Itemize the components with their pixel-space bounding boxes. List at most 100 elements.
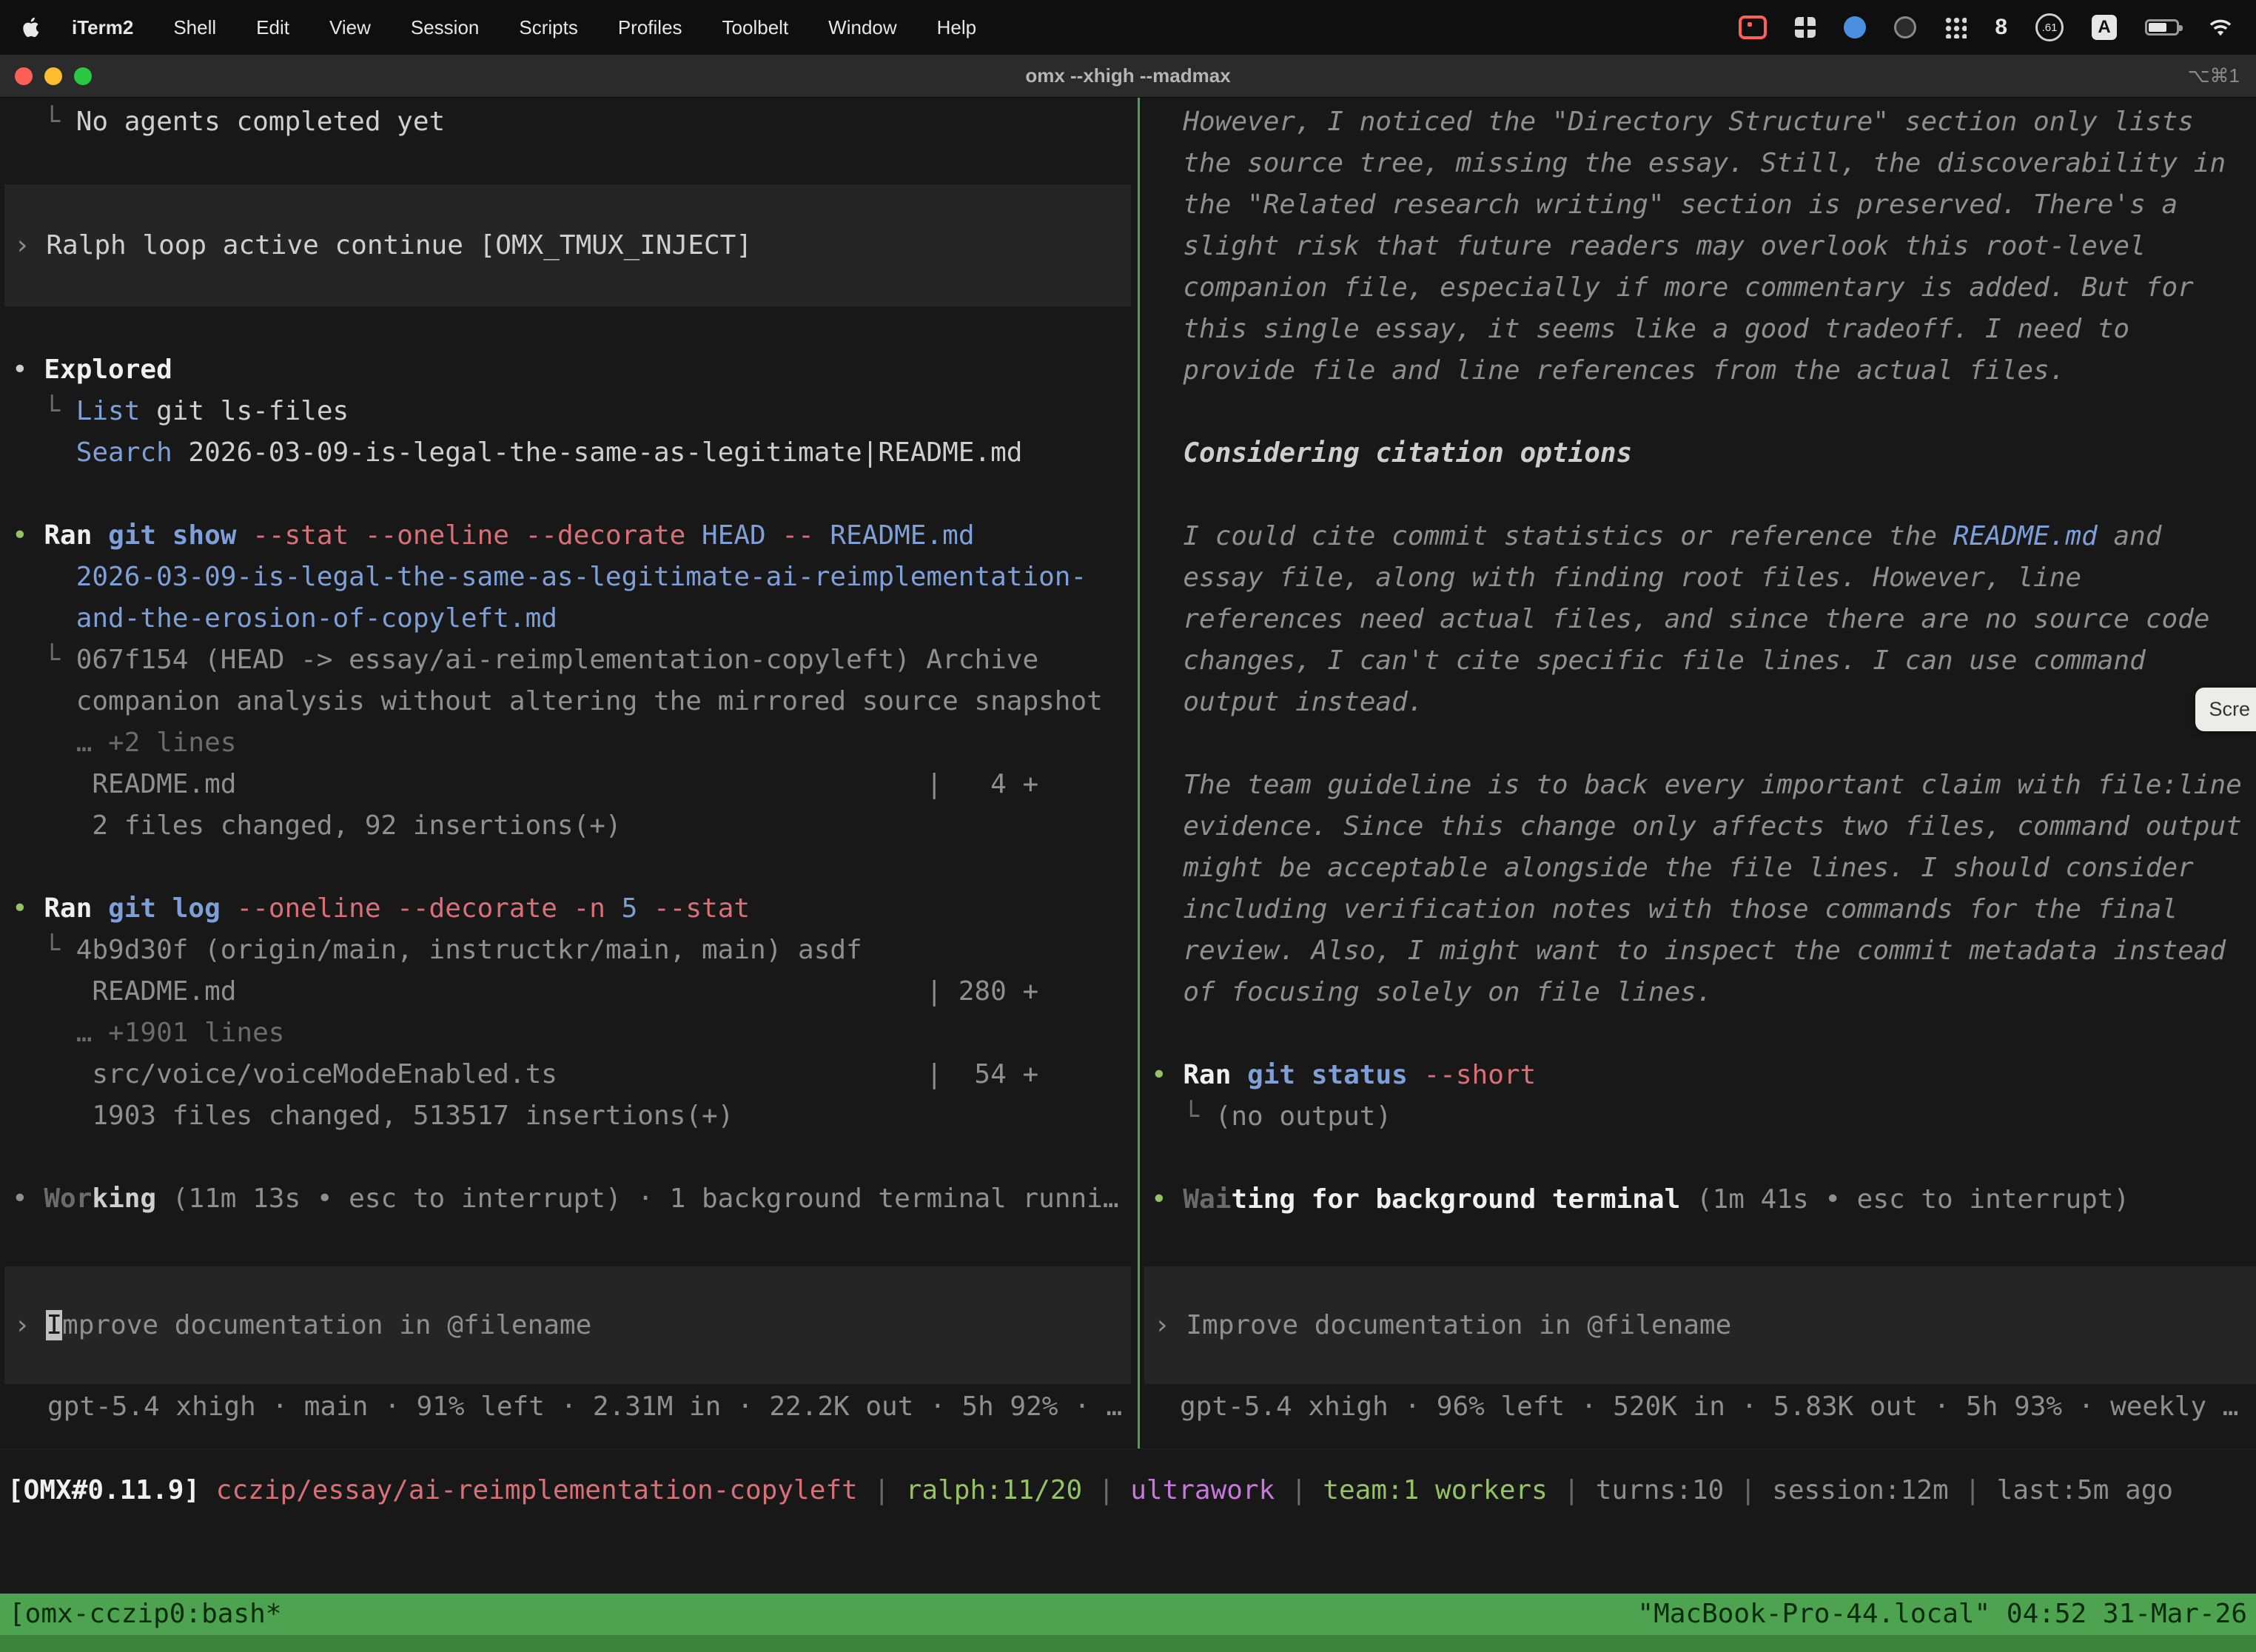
terminal-line: [OMX#0.11.9] cczip/essay/ai-reimplementa… xyxy=(7,1470,2173,1511)
wifi-icon[interactable] xyxy=(2207,17,2234,38)
pane-bottom-edge xyxy=(0,1448,2256,1449)
terminal-line: evidence. Since this change only affects… xyxy=(1151,806,2242,847)
terminal-text-segment: Ran xyxy=(44,520,108,551)
terminal-text-segment: (1m 41s • esc to interrupt) xyxy=(1680,1184,2129,1215)
terminal-line: └ 067f154 (HEAD -> essay/ai-reimplementa… xyxy=(12,639,1119,681)
terminal-line xyxy=(1151,392,2242,433)
dots-grid-icon[interactable] xyxy=(1944,16,1967,38)
right-prompt-input-text: › Improve documentation in @filename xyxy=(1154,1305,1731,1346)
terminal-text-segment: cczip/essay/ai-reimplementation-copyleft xyxy=(216,1475,858,1505)
terminal-text-segment: … +1901 lines xyxy=(12,1018,284,1048)
dark-app-icon[interactable] xyxy=(1894,16,1916,38)
screen-overlay-tab[interactable]: Scre xyxy=(2195,688,2256,731)
terminal-text-segment: review. Also, I might want to inspect th… xyxy=(1151,936,2226,966)
terminal-line: this single essay, it seems like a good … xyxy=(1151,309,2242,350)
menu-item-scripts[interactable]: Scripts xyxy=(499,16,597,39)
terminal-text-segment: | xyxy=(1082,1475,1130,1505)
terminal-text-segment: • xyxy=(12,893,44,924)
terminal-line: the "Related research writing" section i… xyxy=(1151,184,2242,226)
terminal-text-segment: session:12m xyxy=(1772,1475,1948,1505)
terminal-text-segment: gpt-5.4 xhigh · main · 91% left · 2.31M … xyxy=(47,1391,1122,1422)
screen-record-indicator-icon[interactable] xyxy=(1739,16,1767,39)
terminal-line: └ List git ls-files xyxy=(12,391,1119,432)
right-session-status: gpt-5.4 xhigh · 96% left · 520K in · 5.8… xyxy=(1180,1386,2238,1428)
left-prompt-input[interactable]: › Improve documentation in @filename xyxy=(4,1266,1131,1384)
menu-item-shell[interactable]: Shell xyxy=(153,16,236,39)
menu-item-session[interactable]: Session xyxy=(391,16,500,39)
menu-item-window[interactable]: Window xyxy=(808,16,916,39)
menu-item-toolbelt[interactable]: Toolbelt xyxy=(702,16,809,39)
terminal-line: 2026-03-09-is-legal-the-same-as-legitima… xyxy=(12,557,1119,598)
digit-8-icon[interactable]: 8 xyxy=(1995,15,2007,40)
terminal-text-segment: › xyxy=(14,230,46,261)
screen: iTerm2ShellEditViewSessionScriptsProfile… xyxy=(0,0,2256,1652)
ralph-loop-banner-text: › Ralph loop active continue [OMX_TMUX_I… xyxy=(14,225,752,266)
apple-logo-icon xyxy=(22,16,41,38)
terminal-text-segment: 2 files changed, 92 insertions(+) xyxy=(12,810,622,841)
terminal-text-segment: Search xyxy=(76,437,172,468)
terminal-line: essay file, along with finding root file… xyxy=(1151,557,2242,599)
terminal-text-segment: List xyxy=(76,396,141,426)
terminal-text-segment: git status xyxy=(1247,1060,1408,1090)
terminal-text-segment: Ran xyxy=(1183,1060,1247,1090)
terminal-text-segment: | xyxy=(1949,1475,1997,1505)
terminal-text-segment: 5 xyxy=(605,893,654,924)
terminal-text-segment: of focusing solely on file lines. xyxy=(1151,977,1713,1007)
terminal-line: the source tree, missing the essay. Stil… xyxy=(1151,143,2242,184)
terminal-text-segment: 2026-03-09-is-legal-the-same-as-legitima… xyxy=(12,562,1087,592)
grid-icon[interactable] xyxy=(1795,17,1816,38)
terminal-line: review. Also, I might want to inspect th… xyxy=(1151,930,2242,972)
terminal-text-segment xyxy=(1408,1060,1424,1090)
terminal-text-segment: README.md xyxy=(814,520,975,551)
terminal-text-segment: git show xyxy=(108,520,236,551)
terminal-text-segment: └ xyxy=(1151,1101,1215,1132)
left-pane-top-output: └ No agents completed yet xyxy=(12,101,445,143)
menu-bar: iTerm2ShellEditViewSessionScriptsProfile… xyxy=(0,0,2256,55)
terminal-text-segment: -- xyxy=(782,520,813,551)
terminal-line: └ No agents completed yet xyxy=(12,101,445,143)
terminal-line: • Working (11m 13s • esc to interrupt) ·… xyxy=(12,1178,1119,1220)
terminal-text-segment: Ralph loop active continue [OMX_TMUX_INJ… xyxy=(46,230,752,261)
right-pane-output: However, I noticed the "Directory Struct… xyxy=(1151,101,2242,1220)
blue-app-icon[interactable] xyxy=(1844,16,1866,38)
terminal-text-segment: and-the-erosion-of-copyleft.md xyxy=(12,603,557,634)
window-title-bar: omx --xhigh --madmax ⌥⌘1 xyxy=(0,55,2256,98)
right-prompt-input[interactable]: › Improve documentation in @filename xyxy=(1144,1266,2256,1384)
input-source-icon[interactable]: A xyxy=(2092,15,2117,40)
terminal-text-segment: The team guideline is to back every impo… xyxy=(1151,770,2242,800)
terminal-text-segment: --oneline --decorate -n xyxy=(236,893,605,924)
terminal-line: might be acceptable alongside the file l… xyxy=(1151,847,2242,889)
terminal-text-segment: (11m 13s • esc to interrupt) · 1 backgro… xyxy=(156,1183,1118,1214)
apple-menu-icon[interactable] xyxy=(22,16,41,38)
terminal-line: companion file, especially if more comme… xyxy=(1151,267,2242,309)
terminal-line: src/voice/voiceModeEnabled.ts | 54 + xyxy=(12,1054,1119,1095)
terminal-text-segment xyxy=(221,893,237,924)
tmux-status-bar: [omx-cczip0:bash* "MacBook-Pro-44.local"… xyxy=(0,1594,2256,1635)
terminal-text-segment: --short xyxy=(1424,1060,1537,1090)
terminal-text-segment: • xyxy=(12,1183,44,1214)
menu-item-iterm2[interactable]: iTerm2 xyxy=(52,16,153,39)
omx-status-line: [OMX#0.11.9] cczip/essay/ai-reimplementa… xyxy=(7,1470,2173,1511)
terminal-line: gpt-5.4 xhigh · main · 91% left · 2.31M … xyxy=(47,1386,1122,1428)
battery-percent-badge[interactable]: .61 xyxy=(2035,13,2064,41)
menu-item-help[interactable]: Help xyxy=(917,16,996,39)
window-shortcut-hint: ⌥⌘1 xyxy=(2188,64,2240,87)
terminal-line: slight risk that future readers may over… xyxy=(1151,226,2242,267)
terminal-text-segment: gpt-5.4 xhigh · 96% left · 520K in · 5.8… xyxy=(1180,1391,2238,1422)
terminal-text-segment: 1903 files changed, 513517 insertions(+) xyxy=(12,1101,733,1131)
menu-item-view[interactable]: View xyxy=(309,16,391,39)
ralph-loop-banner: › Ralph loop active continue [OMX_TMUX_I… xyxy=(4,184,1131,306)
terminal-text-segment: › xyxy=(1154,1310,1186,1340)
terminal-text-segment: last:5m ago xyxy=(1997,1475,2173,1505)
terminal-text-segment: README.md | 4 + xyxy=(12,769,1038,799)
terminal-line xyxy=(1151,723,2242,765)
battery-icon[interactable] xyxy=(2145,19,2179,36)
terminal-line: └ 4b9d30f (origin/main, instructkr/main,… xyxy=(12,930,1119,971)
terminal-text-segment: └ xyxy=(12,935,76,965)
menu-item-profiles[interactable]: Profiles xyxy=(598,16,702,39)
menu-item-edit[interactable]: Edit xyxy=(236,16,309,39)
terminal-text-segment: slight risk that future readers may over… xyxy=(1151,231,2146,261)
terminal-text-segment: Improve documentation in @filename xyxy=(1186,1310,1731,1340)
terminal-text-segment: | xyxy=(858,1475,906,1505)
terminal-text-segment: However, I noticed the "Directory Struct… xyxy=(1151,107,2194,137)
